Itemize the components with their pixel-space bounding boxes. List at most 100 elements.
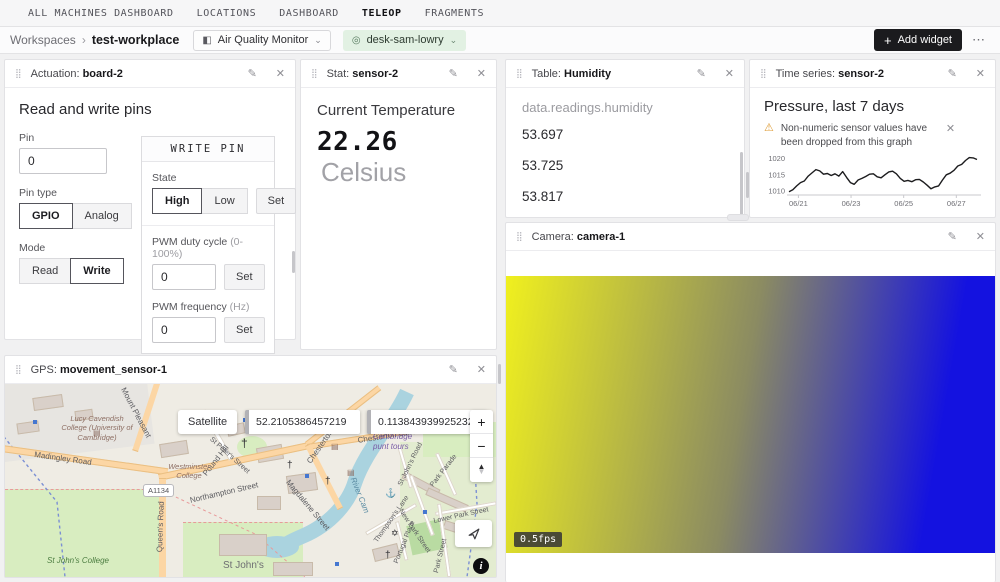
church-icon: † bbox=[325, 476, 331, 487]
longitude-input[interactable] bbox=[367, 410, 487, 434]
breadcrumb-current: test-workplace bbox=[92, 33, 180, 47]
svg-text:06/21: 06/21 bbox=[789, 199, 808, 208]
edit-icon[interactable]: ✎ bbox=[449, 67, 458, 80]
timeseries-title: Pressure, last 7 days bbox=[764, 98, 981, 115]
mode-write-button[interactable]: Write bbox=[70, 258, 123, 284]
resize-handle[interactable] bbox=[727, 214, 749, 221]
table-widget: ⣿ Table: Humidity ✎ ✕ data.readings.humi… bbox=[505, 59, 745, 218]
mode-read-button[interactable]: Read bbox=[19, 258, 71, 284]
pwm-freq-set-button[interactable]: Set bbox=[224, 317, 265, 343]
column-scrollbar[interactable] bbox=[746, 172, 749, 198]
nav-dashboard[interactable]: DASHBOARD bbox=[279, 8, 339, 19]
edit-icon[interactable]: ✎ bbox=[449, 363, 458, 376]
stat-body: Current Temperature 22.26 Celsius bbox=[301, 88, 496, 202]
map-info-button[interactable]: i bbox=[473, 558, 489, 574]
workspace-toolbar: Workspaces › test-workplace ◧ Air Qualit… bbox=[0, 27, 1000, 54]
state-set-button[interactable]: Set bbox=[256, 188, 297, 214]
route-badge-a1134: A1134 bbox=[143, 484, 174, 497]
breadcrumb-workspaces[interactable]: Workspaces bbox=[10, 33, 76, 47]
machine-select[interactable]: ◎ desk-sam-lowry ⌄ bbox=[343, 30, 466, 51]
state-low-button[interactable]: Low bbox=[201, 188, 247, 214]
machine-select-label: desk-sam-lowry bbox=[367, 34, 444, 46]
pin-label: Pin bbox=[19, 132, 131, 144]
drag-handle-icon[interactable]: ⣿ bbox=[15, 68, 22, 79]
actuation-widget: ⣿ Actuation: board-2 ✎ ✕ Read and write … bbox=[4, 59, 296, 340]
close-icon[interactable]: ✕ bbox=[976, 67, 985, 80]
camera-widget: ⣿ Camera: camera-1 ✎ ✕ 0.5fps bbox=[505, 222, 996, 582]
drag-handle-icon[interactable]: ⣿ bbox=[311, 68, 318, 79]
edit-icon[interactable]: ✎ bbox=[948, 67, 957, 80]
state-high-button[interactable]: High bbox=[152, 188, 202, 214]
drag-handle-icon[interactable]: ⣿ bbox=[15, 364, 22, 375]
gps-map[interactable]: † † † † † ▤ ▤ ▤ ⚓ ✡ A1134 Madingley Road bbox=[5, 384, 496, 577]
mode-label: Mode bbox=[19, 242, 131, 254]
machine-icon: ◎ bbox=[352, 35, 361, 46]
stat-widget: ⣿ Stat: sensor-2 ✎ ✕ Current Temperature… bbox=[300, 59, 497, 350]
close-icon[interactable]: ✕ bbox=[725, 67, 734, 80]
nav-fragments[interactable]: FRAGMENTS bbox=[425, 8, 485, 19]
edit-icon[interactable]: ✎ bbox=[697, 67, 706, 80]
camera-fps-badge: 0.5fps bbox=[514, 532, 562, 547]
pin-type-gpio-button[interactable]: GPIO bbox=[19, 203, 73, 229]
pwm-duty-set-button[interactable]: Set bbox=[224, 264, 265, 290]
edit-icon[interactable]: ✎ bbox=[948, 230, 957, 243]
pin-input[interactable] bbox=[19, 148, 107, 174]
close-icon[interactable]: ✕ bbox=[477, 67, 486, 80]
close-icon[interactable]: ✕ bbox=[276, 67, 285, 80]
pwm-freq-input[interactable] bbox=[152, 317, 216, 343]
camera-widget-header: ⣿ Camera: camera-1 ✎ ✕ bbox=[506, 223, 995, 251]
drag-handle-icon[interactable]: ⣿ bbox=[516, 68, 523, 79]
locate-button[interactable] bbox=[455, 520, 492, 547]
widget-title: Camera: camera-1 bbox=[532, 231, 929, 243]
timeseries-widget: ⣿ Time series: sensor-2 ✎ ✕ Pressure, la… bbox=[749, 59, 996, 218]
actuation-body: Read and write pins Pin Pin type GPIO An… bbox=[5, 88, 295, 310]
table-column-header: data.readings.humidity bbox=[522, 100, 728, 115]
timeseries-widget-header: ⣿ Time series: sensor-2 ✎ ✕ bbox=[750, 60, 995, 88]
table-scrollbar[interactable] bbox=[740, 152, 743, 216]
edit-icon[interactable]: ✎ bbox=[248, 67, 257, 80]
plus-icon: + bbox=[884, 34, 892, 47]
zoom-in-button[interactable]: + bbox=[470, 410, 493, 434]
column-scrollbar[interactable] bbox=[498, 364, 501, 384]
library-icon: ▤ bbox=[331, 442, 339, 451]
church-icon: † bbox=[241, 436, 248, 450]
workspace-select[interactable]: ◧ Air Quality Monitor ⌄ bbox=[193, 30, 330, 51]
satellite-toggle-button[interactable]: Satellite bbox=[178, 410, 237, 434]
close-icon[interactable]: ✕ bbox=[976, 230, 985, 243]
svg-text:06/27: 06/27 bbox=[947, 199, 966, 208]
close-icon[interactable]: ✕ bbox=[477, 363, 486, 376]
nav-locations[interactable]: LOCATIONS bbox=[197, 8, 257, 19]
church-icon: † bbox=[385, 550, 391, 561]
compass-down-icon: ▼ bbox=[478, 470, 486, 475]
warning-icon: ⚠ bbox=[764, 122, 774, 135]
drag-handle-icon[interactable]: ⣿ bbox=[516, 231, 523, 242]
timeseries-body: Pressure, last 7 days ⚠ Non-numeric sens… bbox=[750, 88, 995, 219]
breadcrumb: Workspaces › test-workplace bbox=[10, 33, 179, 47]
latitude-input[interactable] bbox=[245, 410, 360, 434]
svg-text:1010: 1010 bbox=[768, 187, 785, 196]
timeseries-warning: ⚠ Non-numeric sensor values have been dr… bbox=[764, 122, 981, 149]
church-icon: † bbox=[287, 460, 293, 471]
nav-all-machines-dashboard[interactable]: ALL MACHINES DASHBOARD bbox=[28, 8, 174, 19]
state-label: State bbox=[152, 172, 264, 184]
nav-teleop[interactable]: TELEOP bbox=[362, 8, 402, 19]
stat-unit: Celsius bbox=[321, 157, 406, 187]
poi-label: St John's bbox=[223, 560, 264, 571]
gps-widget: ⣿ GPS: movement_sensor-1 ✎ ✕ bbox=[4, 355, 497, 578]
table-row: 53.697 bbox=[522, 127, 728, 158]
zoom-out-button[interactable]: − bbox=[470, 434, 493, 458]
drag-handle-icon[interactable]: ⣿ bbox=[760, 68, 767, 79]
camera-feed: 0.5fps bbox=[506, 276, 995, 553]
actuation-scrollbar[interactable] bbox=[292, 251, 295, 273]
stat-widget-header: ⣿ Stat: sensor-2 ✎ ✕ bbox=[301, 60, 496, 88]
pin-type-analog-button[interactable]: Analog bbox=[72, 203, 132, 229]
actuation-title: Read and write pins bbox=[19, 101, 281, 118]
table-row: 53.725 bbox=[522, 158, 728, 189]
warning-close-icon[interactable]: ✕ bbox=[946, 122, 955, 135]
pwm-duty-input[interactable] bbox=[152, 264, 216, 290]
svg-text:06/23: 06/23 bbox=[842, 199, 861, 208]
compass-reset-button[interactable]: ▲ ▼ bbox=[470, 458, 493, 482]
add-widget-button[interactable]: + Add widget bbox=[874, 29, 962, 51]
table-widget-header: ⣿ Table: Humidity ✎ ✕ bbox=[506, 60, 744, 88]
more-options-icon[interactable]: ⋯ bbox=[972, 32, 986, 48]
